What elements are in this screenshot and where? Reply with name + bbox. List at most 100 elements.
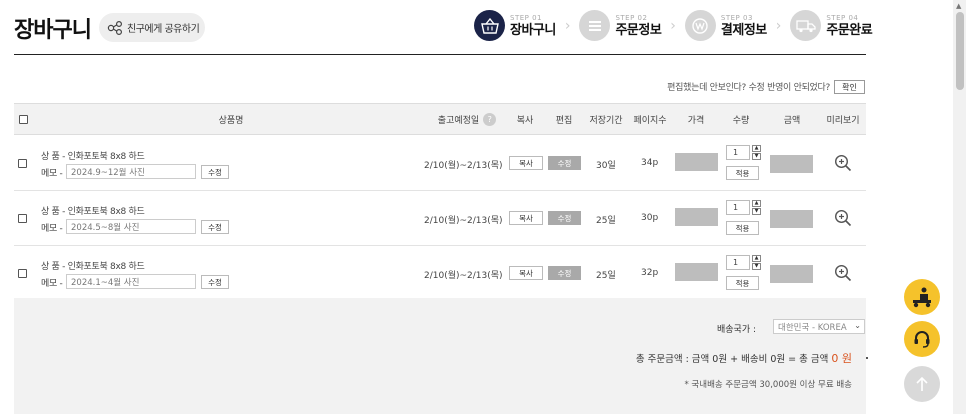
increment-icon[interactable]: ▲ [752,200,761,207]
price-value [675,208,718,226]
memo-edit-button[interactable]: 수정 [201,275,229,289]
amount-value [770,265,813,283]
apply-qty-button[interactable]: 적용 [726,276,759,290]
memo-edit-button[interactable]: 수정 [201,165,229,179]
shipping-country-label: 배송국가 : [717,325,757,335]
decorative-dot [866,357,868,359]
scroll-up-arrow-icon[interactable]: ▲ [956,2,961,10]
zoom-in-icon[interactable] [834,154,852,172]
edit-button[interactable]: 수정 [548,211,581,225]
col-preview: 미리보기 [826,115,860,126]
product-name: 상 품 - 인화포토북 8x8 하드 [41,152,145,162]
cart-row: 상 품 - 인화포토북 8x8 하드 메모 - 2024.5~8월 사진 수정 … [14,191,866,246]
help-icon[interactable]: ? [483,112,497,126]
step-order-info: STEP 02 주문정보 [579,10,662,41]
decrement-icon[interactable]: ▼ [752,263,761,270]
cart-row: 상 품 - 인화포토북 8x8 하드 메모 - 2024.1~4월 사진 수정 … [14,246,866,301]
col-storage: 저장기간 [589,115,623,126]
page-scrollbar[interactable]: ▲ [953,0,966,414]
page-count: 30p [641,213,659,223]
increment-icon[interactable]: ▲ [752,145,761,152]
headset-icon [914,331,930,348]
quantity-input[interactable]: 1 [726,255,750,270]
edit-button[interactable]: 수정 [548,156,581,170]
chevron-right-icon: › [775,17,782,34]
shipping-country-value: 대한민국 - KOREA [778,322,847,333]
list-icon [579,10,611,41]
truck-icon [790,10,822,41]
col-copy: 복사 [516,115,534,126]
step-label: 주문완료 [826,22,873,38]
chevron-right-icon: › [564,17,571,34]
share-with-friend-button[interactable]: 친구에게 공유하기 [99,13,205,42]
chevron-right-icon: › [670,17,676,34]
copy-button[interactable]: 복사 [509,266,543,280]
storage-period: 25일 [596,271,616,281]
col-amount: 금액 [783,115,801,126]
memo-input[interactable]: 2024.5~8월 사진 [66,219,196,234]
price-value [675,263,718,281]
edit-button[interactable]: 수정 [548,266,581,280]
price-value [675,153,718,171]
order-steps: STEP 01 장바구니 › STEP 02 주문정보 › STEP 03 결제… [474,10,873,41]
zoom-in-icon[interactable] [834,264,852,282]
memo-input[interactable]: 2024.1~4월 사진 [66,274,196,289]
step-payment-info: STEP 03 결제정보 [684,10,767,41]
ship-date: 2/10(월)~2/13(목) [424,161,503,171]
shipping-country-select[interactable]: 대한민국 - KOREA ⌄ [773,319,865,334]
step-label: 결제정보 [720,22,767,38]
quantity-stepper[interactable]: ▲ ▼ [752,145,761,160]
title-divider [14,54,866,55]
customer-support-button[interactable] [904,321,940,357]
copy-button[interactable]: 복사 [509,156,543,170]
memo-edit-button[interactable]: 수정 [201,220,229,234]
page-count: 34p [641,158,659,168]
decrement-icon[interactable]: ▼ [752,153,761,160]
ship-date: 2/10(월)~2/13(목) [424,216,503,226]
ship-date: 2/10(월)~2/13(목) [424,271,503,281]
delivery-tracking-button[interactable] [904,279,940,315]
step-number: STEP 03 [720,13,753,22]
product-name: 상 품 - 인화포토북 8x8 하드 [41,262,145,272]
quantity-input[interactable]: 1 [726,145,750,160]
step-cart: STEP 01 장바구니 [474,10,556,41]
memo-label: 메모 - [41,224,63,234]
col-pages: 페이지수 [633,115,667,126]
memo-input[interactable]: 2024.9~12월 사진 [66,164,196,179]
storage-period: 30일 [596,161,616,171]
amount-value [770,210,813,228]
share-icon [107,20,122,35]
zoom-in-icon[interactable] [834,209,852,227]
quantity-stepper[interactable]: ▲ ▼ [752,255,761,270]
apply-qty-button[interactable]: 적용 [726,166,759,180]
scrollbar-thumb[interactable] [956,12,964,90]
col-ship-date: 출고예정일 ? [422,104,512,134]
copy-button[interactable]: 복사 [509,211,543,225]
order-total: 총 주문금액 : 금액 0원 + 배송비 0원 = 총 금액 0 원 [636,350,852,366]
order-summary: 배송국가 : 대한민국 - KOREA ⌄ 총 주문금액 : 금액 0원 + 배… [14,298,866,414]
step-number: STEP 04 [826,13,859,22]
row-checkbox[interactable] [18,269,27,278]
select-all-checkbox[interactable] [18,114,28,124]
col-edit: 편집 [555,115,573,126]
amount-value [770,155,813,173]
step-label: 장바구니 [510,22,556,38]
edit-notice: 편집했는데 안보인다? 수정 반영이 안되었다? [667,83,830,93]
row-checkbox[interactable] [18,214,27,223]
cart-row: 상 품 - 인화포토북 8x8 하드 메모 - 2024.9~12월 사진 수정… [14,136,866,191]
quantity-stepper[interactable]: ▲ ▼ [752,200,761,215]
row-checkbox[interactable] [18,159,27,168]
step-number: STEP 02 [615,13,648,22]
cart-table-header: 상품명 출고예정일 ? 복사 편집 저장기간 페이지수 가격 수량 금액 미리보… [14,103,866,135]
confirm-button[interactable]: 확인 [834,80,865,94]
col-price: 가격 [687,115,705,126]
quantity-input[interactable]: 1 [726,200,750,215]
increment-icon[interactable]: ▲ [752,255,761,262]
decrement-icon[interactable]: ▼ [752,208,761,215]
step-label: 주문정보 [615,22,662,38]
scroll-to-top-button[interactable] [904,366,940,402]
col-ship-date-label: 출고예정일 [437,115,480,126]
apply-qty-button[interactable]: 적용 [726,221,759,235]
page-count: 32p [641,268,659,278]
share-button-label: 친구에게 공유하기 [127,24,200,35]
